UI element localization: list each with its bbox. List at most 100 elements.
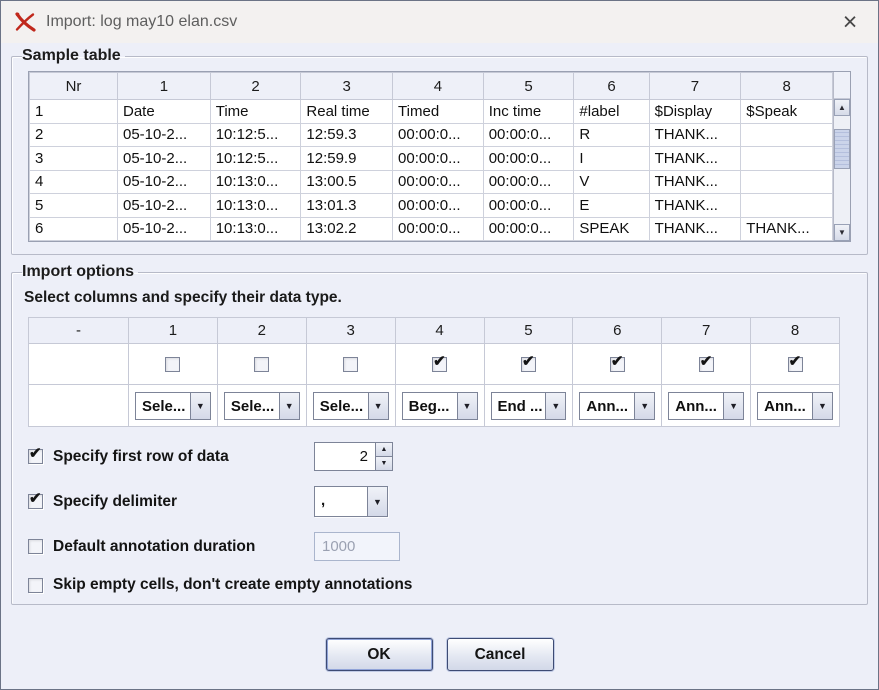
sample-table-cell[interactable]: 12:59.9 <box>300 146 394 171</box>
sample-table-cell[interactable]: 2 <box>29 122 118 147</box>
column-3-checkbox[interactable] <box>343 357 359 373</box>
sample-table-cell[interactable]: 05-10-2... <box>117 122 211 147</box>
chevron-down-icon[interactable]: ▼ <box>634 392 655 419</box>
sample-table-cell[interactable]: 05-10-2... <box>117 216 211 241</box>
sample-table-cell[interactable]: 13:00.5 <box>300 169 394 194</box>
scroll-down-button[interactable]: ▼ <box>834 224 850 241</box>
sample-table-cell[interactable] <box>740 146 833 171</box>
sample-table-cell[interactable]: 00:00:0... <box>392 216 484 241</box>
scroll-up-button[interactable]: ▲ <box>834 99 850 116</box>
column-4-type-combo[interactable]: Beg... ▼ <box>401 391 478 420</box>
sample-table-cell[interactable]: THANK... <box>648 216 742 241</box>
sample-table-cell[interactable]: E <box>573 193 650 218</box>
sample-table-row[interactable]: 4 05-10-2... 10:13:0... 13:00.5 00:00:0... 00… <box>29 169 833 194</box>
sample-table-cell[interactable]: R <box>573 122 650 147</box>
default-duration-checkbox[interactable] <box>28 539 43 554</box>
spinner-up-icon[interactable]: ▲ <box>375 442 393 457</box>
chevron-down-icon[interactable]: ▼ <box>189 392 210 419</box>
sample-table-cell[interactable]: 12:59.3 <box>300 122 394 147</box>
column-6-checkbox[interactable]: ✔ <box>609 354 625 373</box>
sample-table-cell[interactable]: Inc time <box>482 99 575 124</box>
sample-table-cell[interactable]: 10:13:0... <box>209 169 302 194</box>
sample-table-cell[interactable]: 00:00:0... <box>482 122 575 147</box>
sample-table-cell[interactable]: THANK... <box>648 146 742 171</box>
sample-table-cell[interactable]: 10:13:0... <box>209 216 302 241</box>
column-8-checkbox[interactable]: ✔ <box>787 354 803 373</box>
sample-table-row[interactable]: 6 05-10-2... 10:13:0... 13:02.2 00:00:0... 00… <box>29 216 833 241</box>
sample-table-cell[interactable]: 13:01.3 <box>300 193 394 218</box>
sample-table-cell[interactable]: 00:00:0... <box>482 169 575 194</box>
chevron-down-icon[interactable]: ▼ <box>812 392 832 419</box>
sample-table-cell[interactable]: $Speak <box>740 99 833 124</box>
sample-table-cell[interactable]: THANK... <box>740 216 833 241</box>
column-7-checkbox[interactable]: ✔ <box>698 354 714 373</box>
sample-table-cell[interactable]: 13:02.2 <box>300 216 394 241</box>
delimiter-combo[interactable]: , ▼ <box>314 486 388 517</box>
ok-button[interactable]: OK <box>325 638 433 671</box>
sample-table-cell[interactable]: 4 <box>29 169 118 194</box>
sample-table-cell[interactable]: THANK... <box>648 169 742 194</box>
column-4-checkbox[interactable]: ✔ <box>432 354 448 373</box>
column-1-checkbox[interactable] <box>165 357 181 373</box>
column-8-type-combo[interactable]: Ann... ▼ <box>757 391 833 420</box>
column-7-type-combo[interactable]: Ann... ▼ <box>668 391 745 420</box>
column-6-type-combo[interactable]: Ann... ▼ <box>579 391 656 420</box>
specify-first-row-checkbox[interactable]: ✔ <box>28 446 43 464</box>
sample-table-cell[interactable]: V <box>573 169 650 194</box>
column-5-type-combo[interactable]: End ... ▼ <box>490 391 567 420</box>
sample-table-row[interactable]: 5 05-10-2... 10:13:0... 13:01.3 00:00:0... 00… <box>29 193 833 218</box>
chevron-down-icon[interactable]: ▼ <box>456 392 477 419</box>
chevron-down-icon[interactable]: ▼ <box>723 392 744 419</box>
sample-table-cell[interactable]: 00:00:0... <box>392 122 484 147</box>
vertical-scrollbar[interactable]: ▲ ▼ <box>833 72 850 241</box>
sample-table-cell[interactable]: $Display <box>648 99 742 124</box>
column-1-type-combo[interactable]: Sele... ▼ <box>135 391 211 420</box>
sample-table-cell[interactable]: SPEAK <box>573 216 650 241</box>
sample-table-cell[interactable]: THANK... <box>648 193 742 218</box>
sample-table-row[interactable]: 2 05-10-2... 10:12:5... 12:59.3 00:00:0... 00… <box>29 122 833 147</box>
chevron-down-icon[interactable]: ▼ <box>278 392 299 419</box>
sample-table-cell[interactable]: 05-10-2... <box>117 169 211 194</box>
skip-empty-cells-checkbox[interactable] <box>28 577 43 593</box>
sample-table-row[interactable]: 3 05-10-2... 10:12:5... 12:59.9 00:00:0... 00… <box>29 146 833 171</box>
sample-table-cell[interactable]: 00:00:0... <box>392 169 484 194</box>
sample-table-cell[interactable]: Timed <box>392 99 484 124</box>
sample-table-cell[interactable]: Time <box>209 99 302 124</box>
sample-table-cell[interactable]: 05-10-2... <box>117 193 211 218</box>
sample-table-cell[interactable]: 00:00:0... <box>482 216 575 241</box>
sample-table-cell[interactable]: 00:00:0... <box>392 193 484 218</box>
sample-table-cell[interactable]: 5 <box>29 193 118 218</box>
column-3-type-combo[interactable]: Sele... ▼ <box>312 391 389 420</box>
sample-table-cell[interactable]: 05-10-2... <box>117 146 211 171</box>
column-5-checkbox[interactable]: ✔ <box>520 354 536 373</box>
sample-table-cell[interactable] <box>740 193 833 218</box>
title-bar[interactable]: Import: log may10 elan.csv × <box>1 1 878 43</box>
sample-table-cell[interactable]: 6 <box>29 216 118 241</box>
chevron-down-icon[interactable]: ▼ <box>545 392 566 419</box>
chevron-down-icon[interactable]: ▼ <box>367 392 388 419</box>
sample-table-cell[interactable]: 10:12:5... <box>209 122 302 147</box>
spinner-value[interactable]: 2 <box>314 442 375 471</box>
sample-table-cell[interactable] <box>740 122 833 147</box>
sample-table-cell[interactable]: 10:13:0... <box>209 193 302 218</box>
sample-table-cell[interactable]: Date <box>117 99 211 124</box>
close-icon[interactable]: × <box>832 4 868 40</box>
sample-table-cell[interactable]: THANK... <box>648 122 742 147</box>
sample-table-cell[interactable]: 3 <box>29 146 118 171</box>
specify-delimiter-checkbox[interactable]: ✔ <box>28 491 43 509</box>
sample-table-cell[interactable] <box>740 169 833 194</box>
first-row-spinner[interactable]: 2 ▲ ▼ <box>314 442 393 471</box>
sample-table-cell[interactable]: 00:00:0... <box>482 193 575 218</box>
sample-table-cell[interactable]: 10:12:5... <box>209 146 302 171</box>
sample-table-cell[interactable]: I <box>573 146 650 171</box>
sample-table-cell[interactable]: 1 <box>29 99 118 124</box>
spinner-down-icon[interactable]: ▼ <box>375 457 393 471</box>
sample-table-cell[interactable]: #label <box>573 99 650 124</box>
column-2-type-combo[interactable]: Sele... ▼ <box>223 391 300 420</box>
sample-table-cell[interactable]: 00:00:0... <box>482 146 575 171</box>
sample-table-cell[interactable]: Real time <box>300 99 394 124</box>
cancel-button[interactable]: Cancel <box>446 638 554 671</box>
sample-table-cell[interactable]: 00:00:0... <box>392 146 484 171</box>
scroll-thumb[interactable] <box>834 129 850 169</box>
column-2-checkbox[interactable] <box>254 357 270 373</box>
